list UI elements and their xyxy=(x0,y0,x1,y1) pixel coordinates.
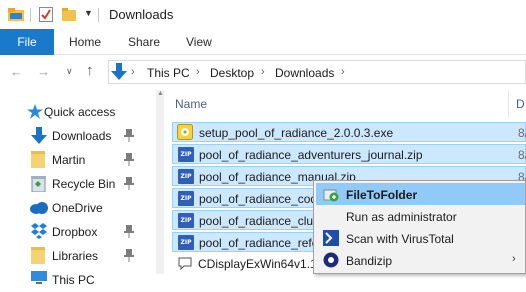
nav-item-martin[interactable]: Martin xyxy=(0,148,160,172)
breadcrumb-desktop[interactable]: Desktop xyxy=(210,66,254,80)
zip-icon: ZIP xyxy=(178,213,194,228)
recent-locations-icon[interactable]: ∨ xyxy=(66,66,73,77)
column-divider[interactable] xyxy=(508,90,509,118)
column-header-date[interactable]: D xyxy=(516,97,525,111)
dropbox-icon xyxy=(31,223,47,242)
nav-item-label: Downloads xyxy=(52,129,112,143)
star-icon xyxy=(27,104,43,122)
context-menu: FileToFolder Run as administrator Scan w… xyxy=(313,180,526,274)
chevron-right-icon[interactable]: › xyxy=(341,66,345,78)
address-bar[interactable]: › This PC › Desktop › Downloads › xyxy=(108,60,526,84)
qat-dropdown-icon[interactable]: ▼ xyxy=(84,8,93,18)
download-arrow-icon xyxy=(31,127,47,148)
chevron-right-icon[interactable]: › xyxy=(196,66,200,78)
zip-icon: ZIP xyxy=(178,235,194,250)
nav-item-libraries[interactable]: Libraries xyxy=(0,244,160,268)
nav-item-label: Libraries xyxy=(52,249,99,263)
properties-icon[interactable] xyxy=(39,7,53,22)
up-arrow-icon[interactable]: ↑ xyxy=(86,62,94,79)
cloud-icon xyxy=(30,202,48,217)
pin-icon[interactable] xyxy=(123,176,135,190)
menu-item-label: Scan with VirusTotal xyxy=(346,232,454,246)
separator xyxy=(30,8,31,22)
download-arrow-icon xyxy=(111,63,127,81)
nav-item-label: Martin xyxy=(52,153,86,167)
file-date: 8/ xyxy=(518,126,526,140)
nav-item-this-pc[interactable]: This PC xyxy=(0,268,160,292)
virustotal-icon xyxy=(323,230,339,246)
tab-home[interactable]: Home xyxy=(69,35,101,49)
chevron-right-icon[interactable]: › xyxy=(261,66,265,78)
nav-item-recycle-bin[interactable]: Recycle Bin xyxy=(0,172,160,196)
tab-view[interactable]: View xyxy=(186,35,212,49)
nav-item-label: This PC xyxy=(52,273,95,287)
nav-item-downloads[interactable]: Downloads xyxy=(0,124,160,148)
menu-item-label: Run as administrator xyxy=(346,210,457,224)
pin-icon[interactable] xyxy=(123,248,135,262)
submenu-arrow-icon: › xyxy=(512,253,516,265)
zip-icon: ZIP xyxy=(178,191,194,206)
file-to-folder-icon xyxy=(323,186,339,202)
tab-share[interactable]: Share xyxy=(128,35,160,49)
nav-scrollbar[interactable]: ▲ xyxy=(156,90,164,274)
menu-item-label: FileToFolder xyxy=(346,188,418,202)
nav-item-dropbox[interactable]: Dropbox xyxy=(0,220,160,244)
pin-icon[interactable] xyxy=(123,128,135,142)
address-row: ← → ∨ ↑ › This PC › Desktop › Downloads … xyxy=(0,56,526,88)
pin-icon[interactable] xyxy=(123,224,135,238)
ribbon-tabs: File Home Share View xyxy=(0,29,526,55)
back-arrow-icon[interactable]: ← xyxy=(10,64,23,79)
scroll-up-icon[interactable]: ▲ xyxy=(157,90,164,97)
breadcrumb-this-pc[interactable]: This PC xyxy=(147,66,190,80)
new-folder-icon[interactable] xyxy=(62,6,78,22)
file-date: 8/ xyxy=(518,148,526,162)
file-row[interactable]: ZIP pool_of_radiance_adventurers_journal… xyxy=(172,144,526,164)
folder-icon xyxy=(31,151,45,171)
chat-bubble-icon xyxy=(177,256,193,274)
menu-item-scan-virustotal[interactable]: Scan with VirusTotal xyxy=(316,227,525,249)
nav-item-onedrive[interactable]: OneDrive xyxy=(0,196,160,220)
nav-item-quick-access[interactable]: Quick access xyxy=(0,100,160,124)
tab-file[interactable]: File xyxy=(0,29,54,55)
file-row[interactable]: setup_pool_of_radiance_2.0.0.3.exe 8/ xyxy=(172,122,526,142)
zip-icon: ZIP xyxy=(178,169,194,184)
nav-item-label: OneDrive xyxy=(52,201,103,215)
forward-arrow-icon[interactable]: → xyxy=(37,64,50,79)
separator xyxy=(98,8,99,22)
menu-item-run-as-administrator[interactable]: Run as administrator xyxy=(316,205,525,227)
explorer-icon xyxy=(8,7,24,21)
window-title: Downloads xyxy=(109,7,174,22)
breadcrumb-downloads[interactable]: Downloads xyxy=(275,66,334,80)
file-name: setup_pool_of_radiance_2.0.0.3.exe xyxy=(199,126,394,140)
nav-item-label: Recycle Bin xyxy=(52,177,116,191)
bandizip-icon xyxy=(323,252,339,268)
folder-icon xyxy=(31,247,45,267)
file-name: pool_of_radiance_adventurers_journal.zip xyxy=(199,148,423,162)
menu-item-label: Bandizip xyxy=(346,254,393,268)
navigation-pane: Quick access Downloads Martin Recycle Bi… xyxy=(0,90,160,287)
menu-item-filetofolder[interactable]: FileToFolder xyxy=(316,183,525,205)
zip-icon: ZIP xyxy=(178,147,194,162)
nav-item-label: Quick access xyxy=(44,105,116,119)
pin-icon[interactable] xyxy=(123,152,135,166)
chevron-right-icon[interactable]: › xyxy=(131,66,135,78)
nav-item-label: Dropbox xyxy=(52,225,98,239)
title-bar: ▼ Downloads xyxy=(0,0,526,29)
menu-item-bandizip[interactable]: Bandizip › xyxy=(316,249,525,271)
column-header-name[interactable]: Name xyxy=(175,97,207,111)
installer-icon xyxy=(177,124,193,143)
recycle-bin-icon xyxy=(31,175,46,195)
